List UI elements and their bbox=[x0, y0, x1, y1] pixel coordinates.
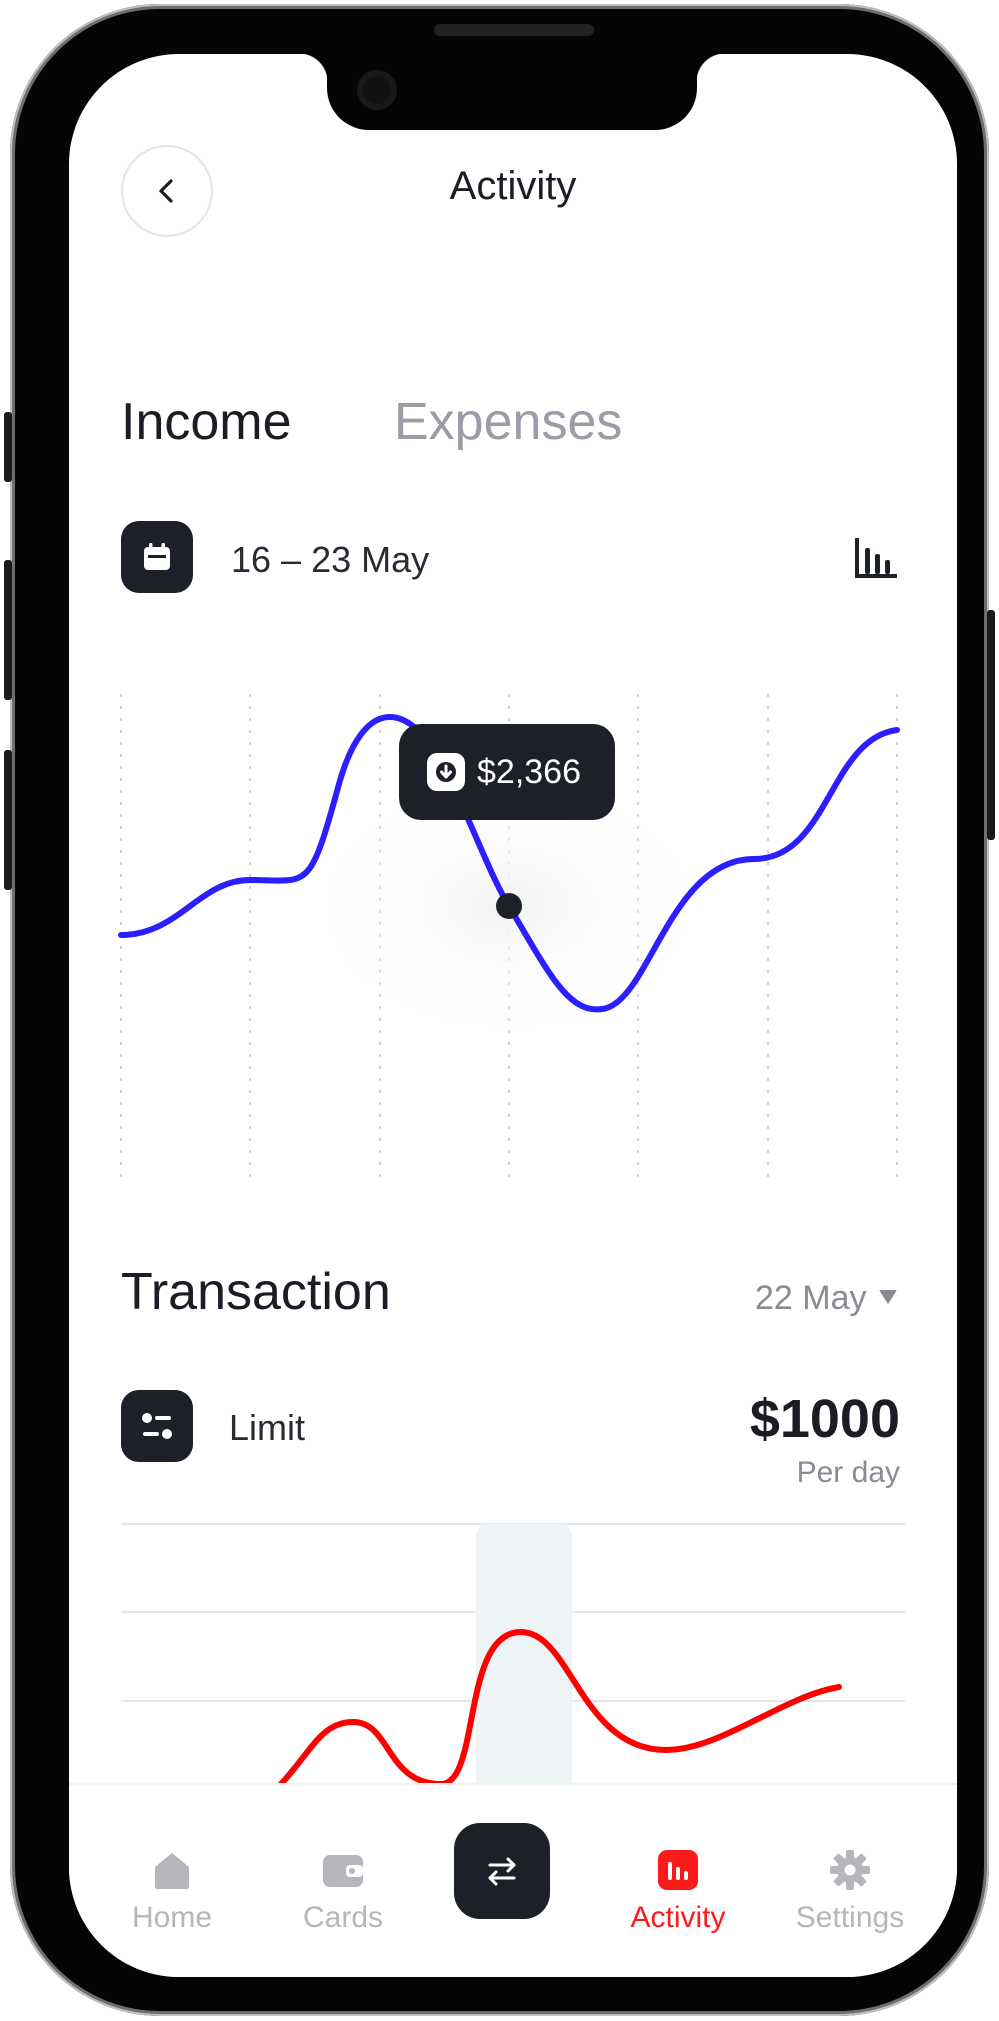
page-title: Activity bbox=[449, 164, 577, 208]
power-button bbox=[987, 610, 995, 840]
phone-frame: Activity Income Expenses 16 – 23 May $2,… bbox=[10, 4, 989, 2016]
tab-income[interactable]: Income bbox=[121, 392, 292, 452]
chevron-down-icon[interactable] bbox=[879, 1290, 897, 1304]
notch bbox=[299, 54, 725, 130]
volume-up-button bbox=[4, 560, 12, 700]
transaction-date-filter[interactable]: 22 May bbox=[755, 1279, 867, 1318]
nav-home-label: Home bbox=[131, 1901, 213, 1934]
nav-activity[interactable]: Activity bbox=[613, 1847, 743, 1935]
nav-activity-label: Activity bbox=[630, 1901, 726, 1934]
nav-home[interactable]: Home bbox=[107, 1847, 237, 1935]
limit-label: Limit bbox=[229, 1407, 306, 1448]
value-tooltip: $2,366 bbox=[399, 724, 615, 820]
bottom-nav: Home Cards Activity Settings bbox=[69, 1783, 957, 1977]
home-icon bbox=[155, 1853, 189, 1889]
gear-icon bbox=[830, 1850, 870, 1890]
limit-icon bbox=[121, 1390, 193, 1462]
date-range-label: 16 – 23 May bbox=[231, 539, 430, 580]
speaker-grille bbox=[434, 24, 594, 36]
limit-value: $1000 bbox=[749, 1389, 900, 1449]
bar-chart-icon[interactable] bbox=[851, 534, 899, 582]
nav-cards[interactable]: Cards bbox=[278, 1847, 408, 1935]
tooltip-value: $2,366 bbox=[477, 752, 581, 791]
selected-point bbox=[496, 893, 522, 919]
wallet-icon bbox=[323, 1855, 363, 1887]
nav-cards-label: Cards bbox=[302, 1901, 384, 1934]
tab-expenses[interactable]: Expenses bbox=[394, 392, 622, 452]
app-screen: Activity Income Expenses 16 – 23 May $2,… bbox=[69, 54, 957, 1977]
activity-chart-icon bbox=[658, 1850, 698, 1890]
calendar-icon bbox=[144, 543, 170, 570]
front-camera bbox=[357, 70, 397, 110]
nav-settings[interactable]: Settings bbox=[785, 1847, 915, 1935]
limit-period: Per day bbox=[796, 1456, 900, 1489]
nav-settings-label: Settings bbox=[795, 1901, 905, 1934]
income-chart bbox=[118, 694, 900, 1184]
volume-down-button bbox=[4, 750, 12, 890]
transfer-arrows-icon bbox=[488, 1857, 516, 1886]
transaction-title: Transaction bbox=[121, 1263, 391, 1321]
calendar-button[interactable] bbox=[121, 521, 193, 593]
arrow-down-icon bbox=[427, 753, 465, 791]
mute-switch bbox=[4, 412, 12, 482]
transfer-button[interactable] bbox=[454, 1823, 550, 1919]
